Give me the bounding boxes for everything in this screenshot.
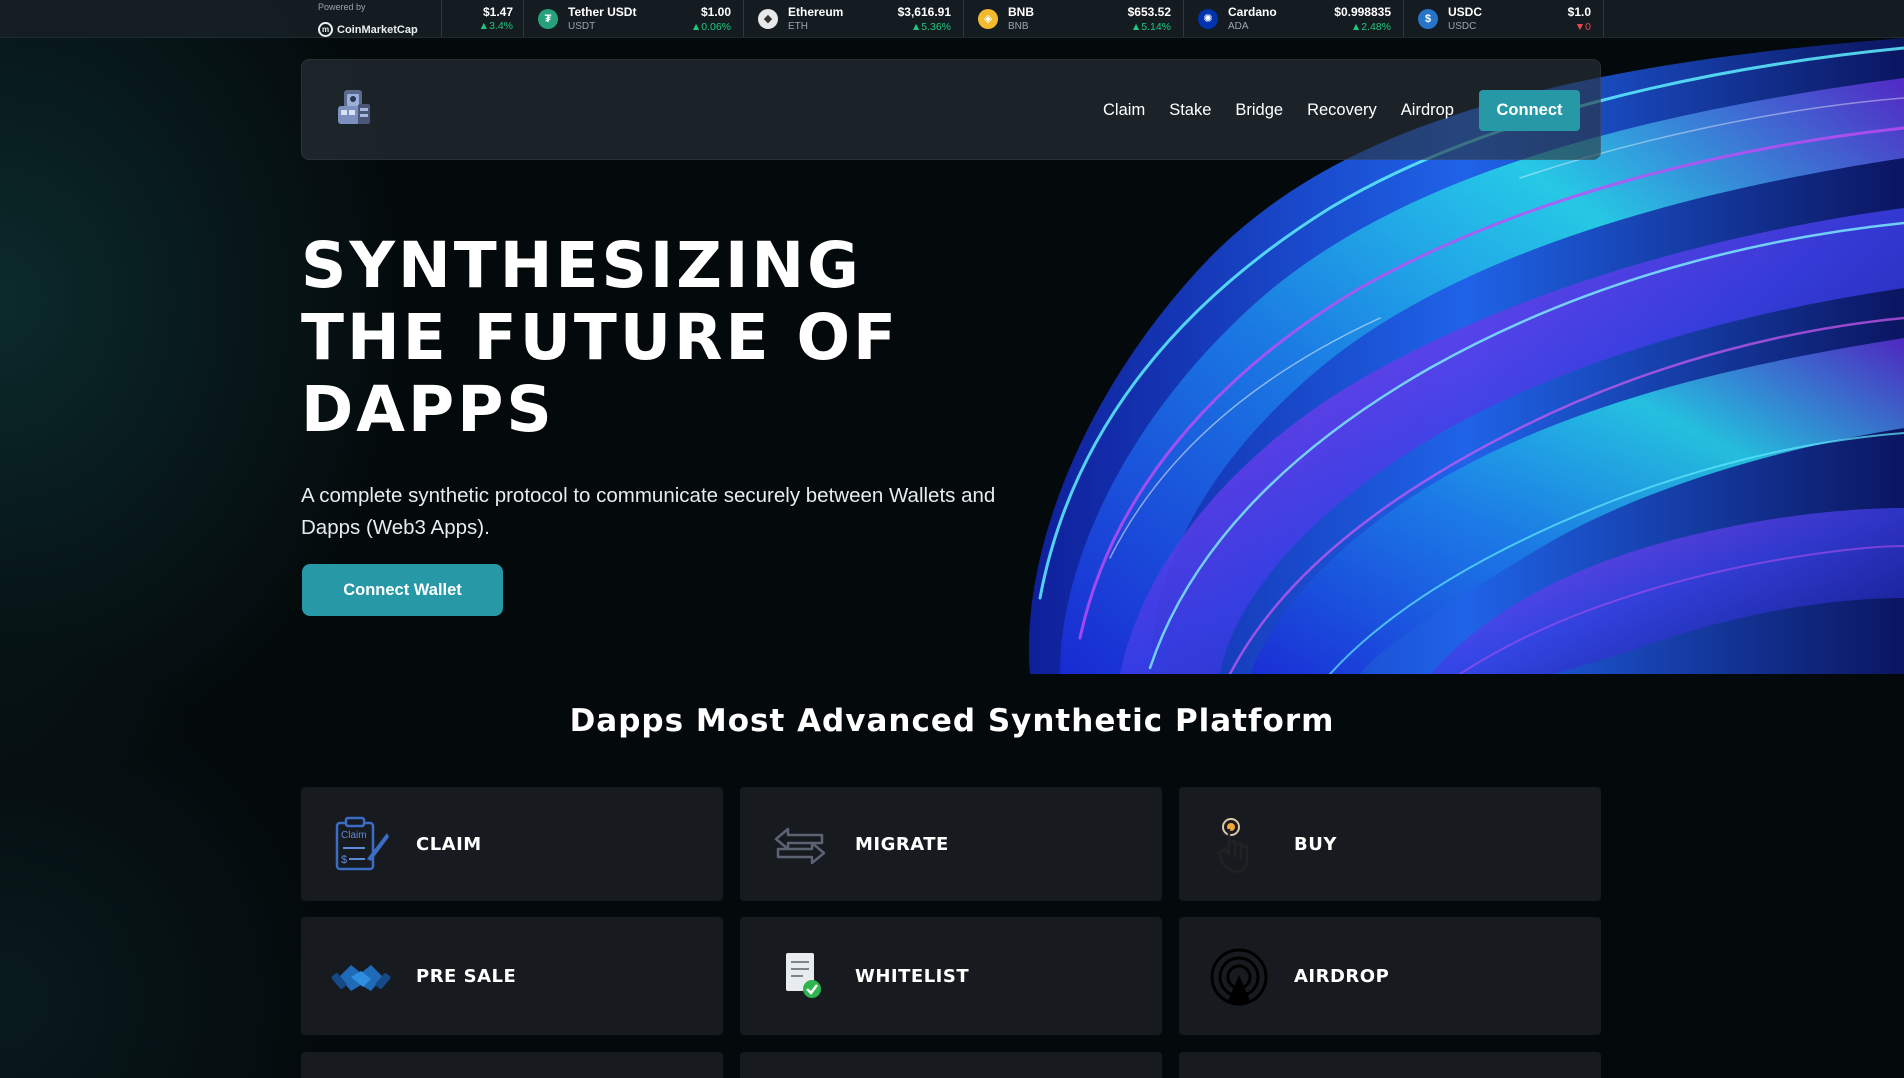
feature-label: WHITELIST (855, 965, 970, 987)
coin-price: $1.00 (700, 5, 731, 19)
powered-by-label: Powered by (318, 2, 366, 12)
coinmarketcap-logo[interactable]: m CoinMarketCap (318, 22, 418, 37)
tether-icon: ₮ (538, 9, 558, 29)
features-title: Dapps Most Advanced Synthetic Platform (569, 703, 1335, 739)
ticker-item-usdc[interactable]: $ USDC USDC $1.0 ▼0 (1404, 0, 1604, 37)
hero-title-line-2: THE FUTURE OF (301, 301, 900, 374)
site-logo-icon[interactable] (332, 86, 378, 132)
connect-wallet-button[interactable]: Connect Wallet (302, 564, 503, 616)
ethereum-icon: ◆ (758, 9, 778, 29)
coin-symbol: USDT (568, 21, 596, 32)
hero-title-line-1: SYNTHESIZING (301, 229, 862, 302)
nav-link-stake[interactable]: Stake (1169, 101, 1211, 120)
nav-link-claim[interactable]: Claim (1103, 101, 1145, 120)
coin-name: Cardano (1228, 5, 1277, 19)
feature-card-partial[interactable] (1179, 1052, 1601, 1078)
feature-label: AIRDROP (1294, 965, 1390, 987)
coinmarketcap-icon: m (318, 22, 333, 37)
ticker-item-eth[interactable]: ◆ Ethereum ETH $3,616.91 ▲5.36% (744, 0, 964, 37)
nav-links: Claim Stake Bridge Recovery Airdrop (1103, 60, 1454, 161)
hero-title-line-3: DAPPS (301, 373, 555, 446)
provider-name: CoinMarketCap (337, 23, 418, 36)
feature-card-migrate[interactable]: MIGRATE (740, 787, 1162, 901)
feature-card-airdrop[interactable]: AIRDROP (1179, 917, 1601, 1035)
migrate-arrows-icon (770, 815, 830, 875)
nav-link-recovery[interactable]: Recovery (1307, 101, 1377, 120)
coin-name: Ethereum (788, 5, 844, 19)
coin-change: ▲0.06% (690, 21, 731, 33)
bnb-icon: ◈ (978, 9, 998, 29)
nav-link-bridge[interactable]: Bridge (1235, 101, 1283, 120)
coin-name: Tether USDt (568, 5, 637, 19)
price-ticker: Powered by m CoinMarketCap $1.47 ▲3.4% ₮… (0, 0, 1904, 38)
coin-price: $0.998835 (1334, 5, 1391, 19)
ticker-change: ▲3.4% (478, 20, 513, 32)
coin-price: $3,616.91 (897, 5, 951, 19)
ticker-item-ada[interactable]: ✺ Cardano ADA $0.998835 ▲2.48% (1184, 0, 1404, 37)
feature-card-partial[interactable] (301, 1052, 723, 1078)
connect-button[interactable]: Connect (1479, 90, 1580, 131)
coin-change: ▲2.48% (1350, 21, 1391, 33)
coin-name: BNB (1008, 5, 1034, 19)
coin-price: $653.52 (1127, 5, 1171, 19)
top-navbar: Claim Stake Bridge Recovery Airdrop Conn… (301, 59, 1601, 160)
coin-name: USDC (1448, 5, 1483, 19)
nav-link-airdrop[interactable]: Airdrop (1401, 101, 1454, 120)
feature-card-whitelist[interactable]: WHITELIST (740, 917, 1162, 1035)
ticker-item-usdt[interactable]: ₮ Tether USDt USDT $1.00 ▲0.06% (524, 0, 744, 37)
hero-subtitle: A complete synthetic protocol to communi… (301, 484, 996, 539)
tap-hand-icon (1209, 815, 1269, 875)
feature-label: CLAIM (416, 833, 482, 855)
coin-symbol: ADA (1228, 21, 1249, 32)
svg-text:Claim: Claim (341, 830, 367, 841)
ticker-item-partial[interactable]: $1.47 ▲3.4% (442, 0, 524, 37)
feature-card-claim[interactable]: Claim $ CLAIM (301, 787, 723, 901)
usdc-icon: $ (1418, 9, 1438, 29)
coin-change: ▼0 (1574, 21, 1591, 33)
ticker-brand[interactable]: Powered by m CoinMarketCap (312, 0, 442, 37)
feature-card-partial[interactable] (740, 1052, 1162, 1078)
feature-card-pre-sale[interactable]: PRE SALE (301, 917, 723, 1035)
ticker-item-bnb[interactable]: ◈ BNB BNB $653.52 ▲5.14% (964, 0, 1184, 37)
airdrop-signal-icon (1209, 947, 1269, 1007)
coin-change: ▲5.36% (910, 21, 951, 33)
hero-title: SYNTHESIZING THE FUTURE OF DAPPS (301, 230, 1021, 446)
coin-symbol: USDC (1448, 21, 1477, 32)
feature-card-buy[interactable]: BUY (1179, 787, 1601, 901)
coin-symbol: BNB (1008, 21, 1029, 32)
coin-change: ▲5.14% (1130, 21, 1171, 33)
coin-price: $1.0 (1567, 5, 1591, 19)
claim-document-icon: Claim $ (331, 815, 391, 875)
cardano-icon: ✺ (1198, 9, 1218, 29)
feature-label: PRE SALE (416, 965, 517, 987)
ticker-price: $1.47 (482, 5, 513, 19)
feature-label: MIGRATE (855, 833, 949, 855)
feature-label: BUY (1294, 833, 1337, 855)
checklist-icon (770, 947, 830, 1007)
coin-symbol: ETH (788, 21, 808, 32)
svg-text:$: $ (341, 854, 347, 866)
handshake-icon (331, 947, 391, 1007)
